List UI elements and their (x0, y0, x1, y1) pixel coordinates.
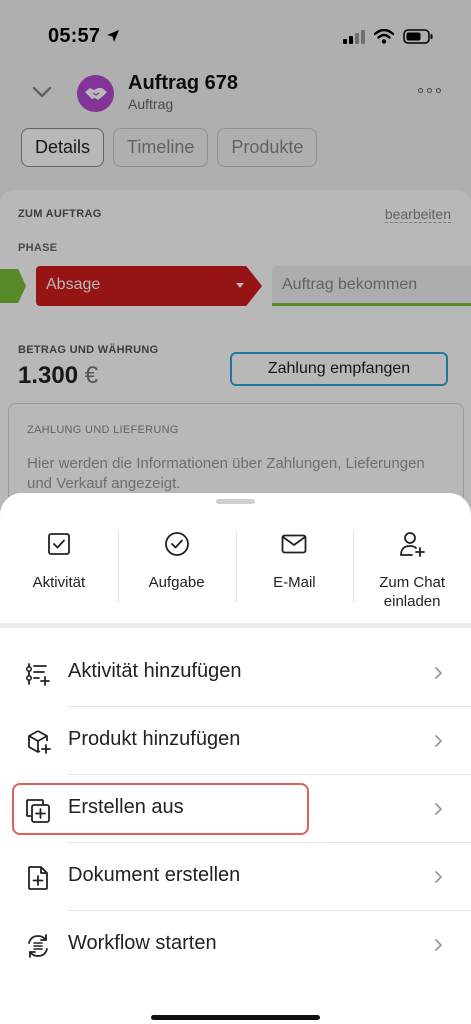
quick-action-label: Aufgabe (148, 574, 205, 591)
chevron-right-icon (435, 735, 442, 747)
menu-item-start-workflow[interactable]: Workflow starten (0, 911, 471, 979)
menu-item-create-document[interactable]: Dokument erstellen (0, 843, 471, 911)
quick-action-label: Zum Chat einladen (379, 574, 446, 610)
chevron-right-icon (435, 803, 442, 815)
chevron-right-icon (435, 667, 442, 679)
chevron-right-icon (435, 939, 442, 951)
box-add-icon (28, 730, 51, 754)
menu-item-add-activity[interactable]: Aktivität hinzufügen (0, 639, 471, 707)
document-add-icon (28, 866, 48, 890)
quick-action-invite-chat[interactable]: Zum Chat einladen (353, 523, 471, 623)
menu-item-label: Aktivität hinzufügen (68, 660, 242, 682)
add-person-icon (400, 532, 426, 557)
home-indicator[interactable] (151, 1015, 320, 1020)
menu-item-label: Dokument erstellen (68, 864, 241, 886)
quick-action-label: E-Mail (273, 574, 316, 591)
quick-actions: Aktivität Aufgabe E-Mail Zum Chat einlad… (0, 523, 471, 623)
section-divider (0, 623, 471, 628)
quick-action-task[interactable]: Aufgabe (117, 523, 236, 623)
menu-item-label: Produkt hinzufügen (68, 728, 241, 750)
menu-item-label: Workflow starten (68, 932, 217, 954)
sheet-grabber[interactable] (216, 499, 255, 504)
quick-action-email[interactable]: E-Mail (235, 523, 354, 623)
menu-item-add-product[interactable]: Produkt hinzufügen (0, 707, 471, 775)
workflow-icon (28, 934, 48, 958)
action-sheet: Aktivität Aufgabe E-Mail Zum Chat einlad… (0, 493, 471, 1024)
quick-action-label: Aktivität (32, 574, 86, 591)
envelope-icon (281, 534, 307, 554)
highlight-outline (12, 783, 309, 835)
check-circle-icon (164, 532, 189, 556)
checkbox-icon (47, 533, 70, 555)
activity-add-icon (25, 663, 50, 686)
chevron-right-icon (435, 871, 442, 883)
quick-action-activity[interactable]: Aktivität (0, 523, 118, 623)
